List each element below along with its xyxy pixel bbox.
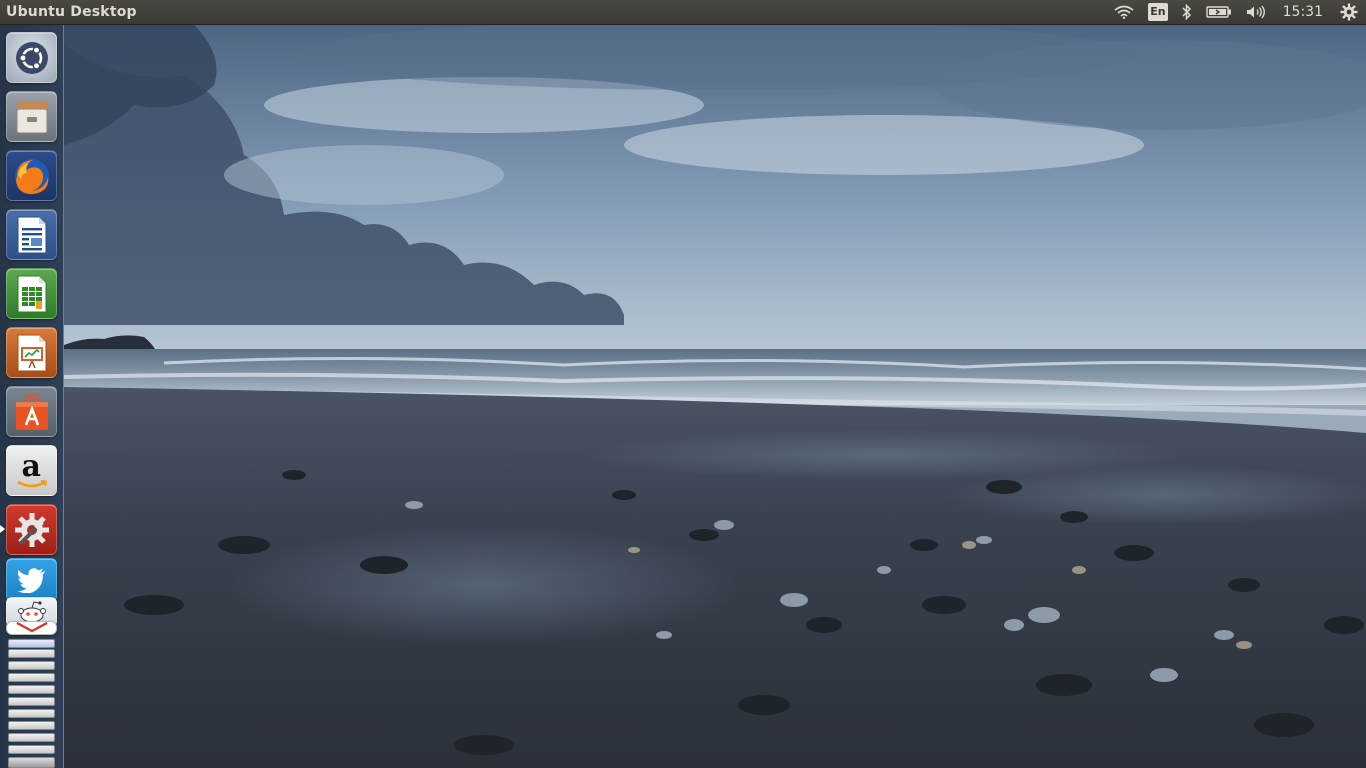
trash-icon[interactable] [8, 757, 55, 768]
keyboard-layout-label: En [1148, 3, 1168, 21]
writer-icon [17, 216, 46, 253]
software-center-icon [15, 393, 48, 430]
amazon-icon: a [14, 449, 50, 489]
ubuntu-logo-icon [15, 41, 48, 74]
system-settings-icon [14, 512, 49, 547]
wifi-icon[interactable] [1114, 0, 1134, 24]
clock[interactable]: 15:31 [1283, 4, 1323, 20]
keyboard-layout-indicator[interactable]: En [1148, 0, 1168, 24]
battery-icon[interactable] [1205, 0, 1232, 24]
folded-launcher-item[interactable] [8, 733, 55, 742]
bluetooth-icon[interactable] [1182, 0, 1192, 24]
active-app-indicator [0, 525, 5, 533]
top-panel: Ubuntu Desktop En 15:31 [0, 0, 1366, 25]
folded-launcher-item[interactable] [8, 745, 55, 754]
launcher-item-system-settings[interactable] [6, 504, 57, 555]
launcher-item-files[interactable] [6, 91, 57, 142]
folded-launcher-item[interactable] [8, 639, 55, 648]
launcher-item-twitter[interactable] [6, 558, 57, 602]
launcher-item-firefox[interactable] [6, 150, 57, 201]
file-cabinet-icon [16, 101, 47, 133]
launcher-item-ubuntu-software[interactable] [6, 386, 57, 437]
firefox-icon [14, 158, 49, 194]
folded-launcher-item[interactable] [8, 685, 55, 694]
twitter-icon [17, 568, 45, 593]
launcher-item-amazon[interactable]: a [6, 445, 57, 496]
gear-icon[interactable] [1340, 0, 1358, 24]
launcher-item-libreoffice-calc[interactable] [6, 268, 57, 319]
folded-launcher-item[interactable] [8, 721, 55, 730]
gmail-icon [15, 622, 48, 633]
desktop-wallpaper [64, 25, 1366, 768]
indicator-area: En 15:31 [1107, 0, 1366, 24]
folded-launcher-item[interactable] [8, 661, 55, 670]
launcher: a [0, 25, 64, 768]
dash-button[interactable] [6, 32, 57, 83]
folded-launcher-item[interactable] [8, 649, 55, 658]
impress-icon [17, 334, 46, 371]
volume-icon[interactable] [1246, 0, 1266, 24]
calc-icon [17, 275, 46, 312]
launcher-folded-stack[interactable] [0, 635, 63, 768]
folded-launcher-item[interactable] [8, 709, 55, 718]
launcher-item-libreoffice-impress[interactable] [6, 327, 57, 378]
launcher-item-libreoffice-writer[interactable] [6, 209, 57, 260]
launcher-item-gmail[interactable] [6, 621, 57, 635]
folded-launcher-item[interactable] [8, 697, 55, 706]
folded-launcher-item[interactable] [8, 673, 55, 682]
reddit-icon [17, 601, 46, 623]
window-title: Ubuntu Desktop [6, 4, 137, 20]
